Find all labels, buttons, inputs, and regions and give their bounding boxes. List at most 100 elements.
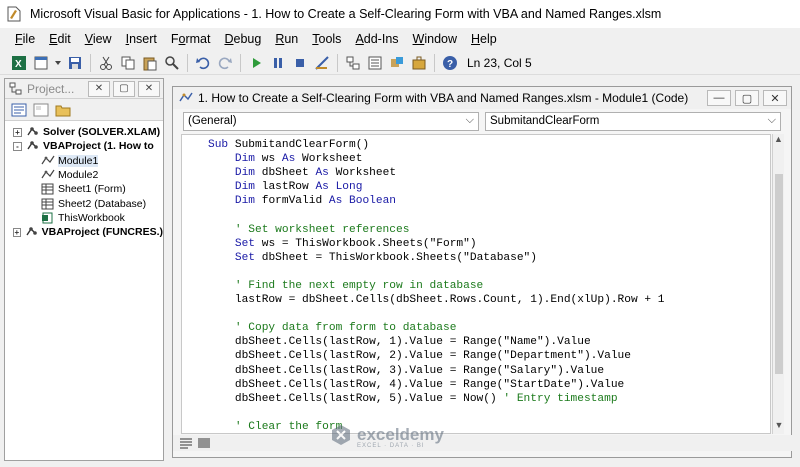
code-line[interactable] — [182, 265, 770, 279]
full-module-view-icon[interactable] — [197, 437, 211, 449]
scroll-down-icon[interactable]: ▼ — [773, 420, 785, 434]
menu-edit[interactable]: Edit — [42, 28, 78, 50]
menu-debug[interactable]: Debug — [217, 28, 268, 50]
break-icon[interactable] — [269, 54, 287, 72]
code-line[interactable]: dbSheet.Cells(lastRow, 2).Value = Range(… — [182, 349, 770, 363]
code-comment: ' Entry timestamp — [503, 392, 618, 405]
tree-item[interactable]: Module2 — [5, 168, 163, 182]
menu-help[interactable]: Help — [464, 28, 504, 50]
excel-icon[interactable]: X — [10, 54, 28, 72]
collapse-icon[interactable]: - — [13, 141, 22, 151]
code-text: dbSheet = ThisWorkbook.Sheets("Database"… — [255, 251, 537, 264]
code-line[interactable]: Set ws = ThisWorkbook.Sheets("Form") — [182, 237, 770, 251]
vertical-scrollbar[interactable]: ▲ ▼ — [772, 134, 784, 434]
restore-button[interactable]: ▢ — [113, 80, 135, 97]
code-keyword: Dim — [234, 181, 256, 194]
code-line[interactable]: dbSheet.Cells(lastRow, 1).Value = Range(… — [182, 335, 770, 349]
code-line[interactable] — [182, 406, 770, 420]
copy-icon[interactable] — [119, 54, 137, 72]
cursor-position-status: Ln 23, Col 5 — [467, 55, 532, 70]
code-text: ws — [255, 153, 282, 166]
expand-icon[interactable]: + — [13, 227, 21, 237]
tree-item[interactable]: + Solver (SOLVER.XLAM) — [5, 125, 163, 139]
object-browser-icon[interactable] — [388, 54, 406, 72]
menu-addins[interactable]: Add-Ins — [348, 28, 405, 50]
tree-item[interactable]: Sheet2 (Database) — [5, 196, 163, 210]
scrollbar-thumb[interactable] — [775, 174, 783, 374]
design-mode-icon[interactable] — [313, 54, 331, 72]
code-line[interactable]: Dim lastRow As Long — [182, 180, 770, 194]
code-text: lastRow — [255, 181, 316, 194]
code-line[interactable]: dbSheet.Cells(lastRow, 5).Value = Now() … — [182, 392, 770, 406]
run-icon[interactable] — [247, 54, 265, 72]
view-code-icon[interactable] — [11, 103, 27, 117]
object-dropdown-value: (General) — [188, 115, 237, 127]
menu-insert[interactable]: Insert — [119, 28, 164, 50]
code-window-titlebar: 1. How to Create a Self-Clearing Form wi… — [173, 87, 791, 109]
toolbox-icon[interactable] — [410, 54, 428, 72]
code-line[interactable]: ' Clear the form — [182, 420, 770, 433]
tree-item[interactable]: Module1 — [5, 154, 163, 168]
code-keyword: Set — [234, 237, 256, 250]
watermark-tagline: EXCEL · DATA · BI — [357, 443, 425, 449]
chevron-down-icon[interactable] — [54, 54, 62, 72]
tree-item[interactable]: ThisWorkbook — [5, 211, 163, 225]
project-explorer-icon[interactable] — [344, 54, 362, 72]
menu-window[interactable]: Window — [406, 28, 464, 50]
code-keyword: Dim — [234, 153, 256, 166]
minimize-button[interactable]: ✕ — [88, 80, 110, 97]
procedure-view-icon[interactable] — [179, 437, 193, 449]
properties-icon[interactable] — [366, 54, 384, 72]
code-text: dbSheet — [255, 167, 316, 180]
code-line[interactable]: Set dbSheet = ThisWorkbook.Sheets("Datab… — [182, 251, 770, 265]
code-line[interactable] — [182, 208, 770, 222]
minimize-button[interactable]: — — [707, 90, 731, 106]
expand-icon[interactable]: + — [13, 127, 22, 137]
code-line[interactable]: lastRow = dbSheet.Cells(dbSheet.Rows.Cou… — [182, 293, 770, 307]
code-line[interactable]: dbSheet.Cells(lastRow, 3).Value = Range(… — [182, 364, 770, 378]
object-dropdown[interactable]: (General) ⌵ — [183, 111, 479, 131]
restore-button[interactable]: ▢ — [735, 90, 759, 106]
redo-icon[interactable] — [216, 54, 234, 72]
menu-view[interactable]: View — [78, 28, 119, 50]
cut-icon[interactable] — [97, 54, 115, 72]
workbook-icon — [41, 212, 55, 224]
close-button[interactable]: ✕ — [763, 90, 787, 106]
toolbar-separator — [187, 53, 188, 72]
code-line[interactable]: Dim formValid As Boolean — [182, 194, 770, 208]
code-line[interactable]: Dim dbSheet As Worksheet — [182, 166, 770, 180]
vba-project-icon — [26, 140, 40, 152]
vba-app-icon — [7, 6, 21, 22]
code-line[interactable]: ' Find the next empty row in database — [182, 279, 770, 293]
tree-item[interactable]: + VBAProject (FUNCRES.) — [5, 225, 163, 239]
code-line[interactable]: dbSheet.Cells(lastRow, 4).Value = Range(… — [182, 378, 770, 392]
code-line[interactable] — [182, 307, 770, 321]
menu-run[interactable]: Run — [268, 28, 305, 50]
save-icon[interactable] — [66, 54, 84, 72]
menu-tools[interactable]: Tools — [305, 28, 348, 50]
scroll-up-icon[interactable]: ▲ — [773, 134, 784, 148]
close-icon[interactable]: ✕ — [138, 80, 160, 97]
procedure-dropdown[interactable]: SubmitandClearForm ⌵ — [485, 111, 781, 131]
menu-format[interactable]: Format — [164, 28, 218, 50]
view-object-icon[interactable] — [33, 103, 49, 117]
help-icon[interactable]: ? — [441, 54, 459, 72]
toggle-folders-icon[interactable] — [55, 103, 71, 117]
tree-item[interactable]: Sheet1 (Form) — [5, 182, 163, 196]
menu-file[interactable]: File — [8, 28, 42, 50]
tree-item[interactable]: - VBAProject (1. How to — [5, 139, 163, 153]
insert-module-icon[interactable] — [32, 54, 50, 72]
code-editor[interactable]: Sub SubmitandClearForm() Dim ws As Works… — [181, 134, 771, 434]
code-line[interactable]: Dim ws As Worksheet — [182, 152, 770, 166]
reset-icon[interactable] — [291, 54, 309, 72]
undo-icon[interactable] — [194, 54, 212, 72]
code-line[interactable]: Sub SubmitandClearForm() — [182, 138, 770, 152]
find-icon[interactable] — [163, 54, 181, 72]
code-window-footer — [173, 435, 793, 451]
code-line[interactable]: ' Copy data from form to database — [182, 321, 770, 335]
paste-icon[interactable] — [141, 54, 159, 72]
code-line[interactable]: ' Set worksheet references — [182, 223, 770, 237]
